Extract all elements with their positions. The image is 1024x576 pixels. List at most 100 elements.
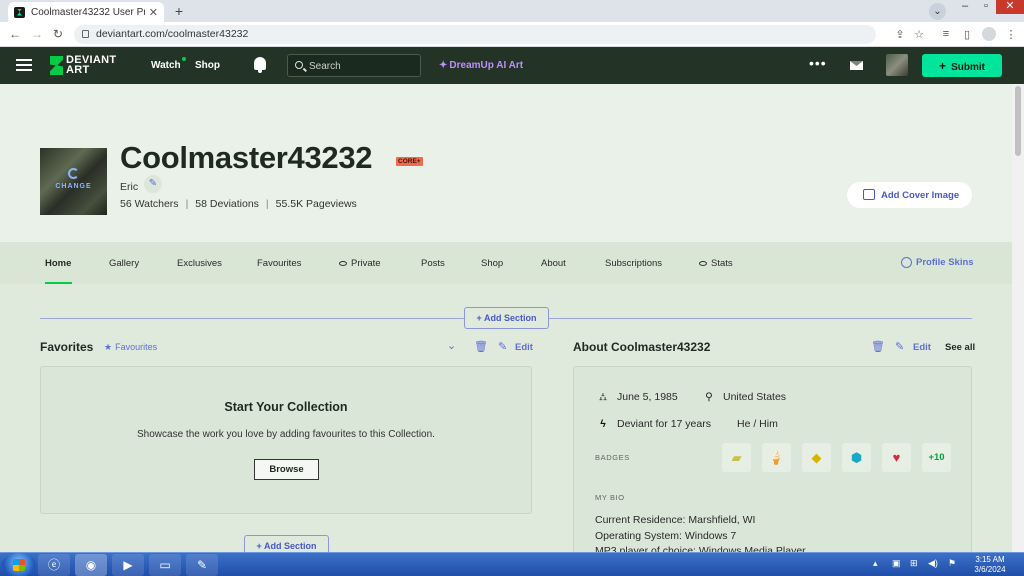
browser-menu-icon[interactable]: ⋮ [1004,28,1018,41]
tray-expand-icon[interactable]: ▴ [873,558,878,569]
browser-tab-strip: Coolmaster43232 User Profile | D ✕ + ⌄ –… [0,0,1024,22]
monitor-app-icon[interactable]: ▭ [149,554,181,576]
core-badge[interactable]: CORE+ [396,157,423,166]
flag-icon[interactable]: ⚑ [948,558,956,569]
profile-avatar[interactable]: CHANGE [40,148,107,215]
plus-icon: + [939,58,947,73]
add-cover-image-button[interactable]: Add Cover Image [847,182,972,208]
start-button[interactable] [2,553,36,576]
new-tab-button[interactable]: + [170,3,188,20]
about-edit-pencil-icon[interactable]: ✎ [895,340,904,353]
deviantart-logo-text[interactable]: DEVIANT ART [66,55,116,76]
tab-gallery[interactable]: Gallery [109,258,139,269]
badge-diamond-icon[interactable]: ◆ [802,443,831,472]
window-close-icon[interactable]: ✕ [996,0,1024,14]
reload-icon[interactable]: ↻ [51,27,65,41]
watchers-count[interactable]: 56 Watchers [120,198,179,210]
edit-name-pencil-icon[interactable]: ✎ [144,175,162,193]
chrome-icon[interactable]: ◉ [75,554,107,576]
add-cover-label: Add Cover Image [881,189,960,201]
tab-exclusives[interactable]: Exclusives [177,258,222,269]
badge-llama-icon[interactable]: ▰ [722,443,751,472]
mail-icon[interactable] [850,61,863,70]
tray-app-icon[interactable]: ▣ [892,558,901,569]
tab-stats[interactable]: Stats [699,258,733,269]
url-text: deviantart.com/coolmaster43232 [96,28,249,40]
collection-title: Start Your Collection [224,400,348,414]
tab-search-chevron-icon[interactable]: ⌄ [929,3,946,20]
about-title: About Coolmaster43232 [573,340,711,354]
tab-posts[interactable]: Posts [421,258,445,269]
trash-icon[interactable]: 🗑 [474,340,488,353]
internet-explorer-icon[interactable]: ⓔ [38,554,70,576]
browser-tab[interactable]: Coolmaster43232 User Profile | D ✕ [8,2,164,22]
paint-icon[interactable]: ✎ [186,554,218,576]
media-player-icon[interactable]: ▶ [112,554,144,576]
user-avatar[interactable] [886,54,908,76]
page-scrollbar[interactable] [1012,84,1024,552]
deviantart-logo-icon[interactable] [50,56,63,75]
about-trash-icon[interactable]: 🗑 [871,340,885,353]
scrollbar-thumb[interactable] [1015,86,1021,156]
tab-home[interactable]: Home [45,258,71,269]
tab-close-icon[interactable]: ✕ [149,6,158,19]
more-options-icon[interactable]: ••• [809,55,827,71]
tab-shop[interactable]: Shop [481,258,503,269]
system-clock[interactable]: 3:15 AM 3/6/2024 [970,555,1010,575]
about-edit-link[interactable]: Edit [913,342,931,353]
back-arrow-icon[interactable]: ← [8,27,22,41]
notifications-bell-icon[interactable] [254,57,266,73]
cake-icon: ⛼ [598,391,608,403]
palette-icon [901,257,912,268]
badge-gem-icon[interactable]: ⬢ [842,443,871,472]
browser-profile-icon[interactable] [982,27,996,41]
network-icon[interactable]: ⊞ [910,558,918,569]
dreamup-link[interactable]: ✦ DreamUp AI Art [439,60,523,71]
minimize-icon[interactable]: – [955,0,975,14]
deviantart-logo-small-icon: ϟ [600,418,606,430]
add-section-button[interactable]: + Add Section [464,307,549,329]
bio-line: Operating System: Windows 7 [595,530,737,542]
watch-link[interactable]: Watch [151,60,181,71]
badge-heart-icon[interactable]: ♥ [882,443,911,472]
tab-private-label: Private [351,258,381,269]
badges-more-button[interactable]: +10 [922,443,951,472]
hamburger-menu-icon[interactable] [16,59,32,71]
submit-button[interactable]: + Submit [922,54,1002,77]
favourites-collection-link[interactable]: ★ Favourites [104,342,157,353]
profile-skins-link[interactable]: Profile Skins [901,257,974,268]
avatar-change-label: CHANGE [55,183,92,190]
side-panel-icon[interactable]: ▯ [960,28,974,41]
change-avatar-icon [68,168,79,179]
browse-button[interactable]: Browse [254,459,319,480]
tab-about[interactable]: About [541,258,566,269]
forward-arrow-icon[interactable]: → [30,27,44,41]
reading-list-icon[interactable]: ≡ [939,28,953,40]
url-field[interactable]: deviantart.com/coolmaster43232 [74,25,876,44]
add-image-icon [863,189,875,200]
watch-notification-dot [182,57,186,61]
location-text: United States [723,391,787,403]
share-icon[interactable]: ⇪ [893,28,907,41]
favorites-title: Favorites [40,340,94,354]
volume-icon[interactable]: ◀) [928,558,938,569]
tab-subscriptions[interactable]: Subscriptions [605,258,662,269]
bookmark-star-icon[interactable]: ☆ [912,28,926,41]
tab-favourites[interactable]: Favourites [257,258,301,269]
favorites-edit-link[interactable]: Edit [515,342,533,353]
deviations-count[interactable]: 58 Deviations [195,198,259,210]
edit-pencil-icon[interactable]: ✎ [498,340,507,353]
lock-icon [82,30,89,38]
maximize-icon[interactable]: ▫ [976,0,996,14]
search-input[interactable] [309,59,417,73]
badge-icecream-icon[interactable]: 🍦 [762,443,791,472]
collapse-chevron-icon[interactable]: ⌄ [447,339,456,352]
shop-link[interactable]: Shop [195,60,220,71]
tab-private[interactable]: Private [339,258,381,269]
deviant-since-row: ϟ Deviant for 17 years [596,418,711,430]
see-all-link[interactable]: See all [945,342,975,353]
profile-tab-nav: Home Gallery Exclusives Favourites Priva… [0,242,1012,284]
sparkle-icon: ✦ [439,60,448,71]
birthday-text: June 5, 1985 [617,391,678,403]
location-row: ⚲ United States [702,391,786,403]
